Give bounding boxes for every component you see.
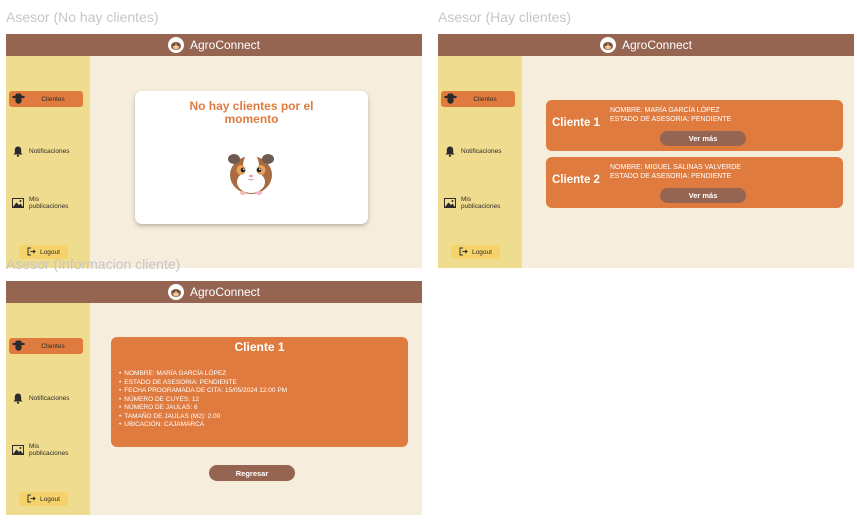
bell-icon (9, 393, 27, 404)
sidebar-item-publications[interactable]: Mis publicaciones (441, 195, 515, 211)
client-status: ESTADO DE ASESORIA: PENDIENTE (610, 116, 732, 123)
logout-label: Logout (472, 248, 492, 256)
bell-icon (441, 146, 459, 157)
farmer-icon (9, 340, 27, 352)
app-title: AgroConnect (189, 38, 261, 52)
client-detail-item: UBICACIÓN: CAJAMARCA (119, 421, 287, 430)
client-card: Cliente 1 NOMBRE: MARÍA GARCÍA LÓPEZ EST… (546, 100, 843, 151)
sidebar-item-label: Clientes (41, 95, 65, 103)
app-header: AgroConnect (438, 34, 854, 56)
sidebar: Clientes Notificaciones Mis publicacione… (6, 56, 90, 268)
client-card-title: Cliente 2 (552, 174, 600, 186)
client-detail-item: TAMAÑO DE JAULAS (M2): 2.00 (119, 413, 287, 422)
sidebar-item-notifications[interactable]: Notificaciones (9, 143, 83, 159)
app-title: AgroConnect (621, 38, 693, 52)
logout-icon (459, 247, 468, 258)
client-detail-card: Cliente 1 NOMBRE: MARÍA GARCÍA LÓPEZ EST… (111, 337, 408, 447)
logout-icon (27, 494, 36, 505)
empty-state-message: No hay clientes por el momento (135, 100, 368, 126)
client-detail-item: NÚMERO DE JAULAS: 6 (119, 404, 287, 413)
client-detail-item: NOMBRE: MARÍA GARCÍA LÓPEZ (119, 370, 287, 379)
logout-label: Logout (40, 248, 60, 256)
guinea-pig-logo (167, 284, 184, 300)
app-header: AgroConnect (6, 281, 422, 303)
sidebar: Clientes Notificaciones Mis publicacione… (6, 303, 90, 515)
sidebar-item-label: Clientes (473, 95, 497, 103)
farmer-icon (441, 93, 459, 105)
screen-no-clients: AgroConnect Clientes Notificaciones Mis … (6, 34, 422, 268)
client-card: Cliente 2 NOMBRE: MIGUEL SALINAS VALVERD… (546, 157, 843, 208)
client-detail-title: Cliente 1 (234, 340, 285, 354)
frame-label-client-info: Asesor (Informacion cliente) (6, 256, 181, 272)
client-detail-list: NOMBRE: MARÍA GARCÍA LÓPEZ ESTADO DE ASE… (119, 370, 287, 430)
client-detail-item: ESTADO DE ASESORIA: PENDIENTE (119, 379, 287, 388)
ver-mas-button[interactable]: Ver más (660, 131, 746, 146)
image-icon (9, 445, 27, 455)
sidebar-item-label: Mis publicaciones (29, 443, 69, 457)
frame-label-has-clients: Asesor (Hay clientes) (438, 9, 572, 25)
screen-client-info: AgroConnect Clientes Notificaciones Mis … (6, 281, 422, 515)
sidebar-item-clients[interactable]: Clientes (441, 91, 515, 107)
sidebar-item-publications[interactable]: Mis publicaciones (9, 442, 83, 458)
image-icon (9, 198, 27, 208)
sidebar-item-notifications[interactable]: Notificaciones (441, 143, 515, 159)
app-header: AgroConnect (6, 34, 422, 56)
screen-has-clients: AgroConnect Clientes Notificaciones Mis … (438, 34, 854, 268)
empty-state-card: No hay clientes por el momento (135, 91, 368, 224)
client-status: ESTADO DE ASESORIA: PENDIENTE (610, 173, 732, 180)
ver-mas-button[interactable]: Ver más (660, 188, 746, 203)
client-name: NOMBRE: MIGUEL SALINAS VALVERDE (610, 164, 741, 171)
sidebar-item-label: Clientes (41, 342, 65, 350)
regresar-button[interactable]: Regresar (209, 465, 295, 481)
sidebar-item-label: Notificaciones (29, 147, 70, 155)
sidebar-item-notifications[interactable]: Notificaciones (9, 390, 83, 406)
guinea-pig-illustration (228, 153, 274, 195)
sidebar-item-clients[interactable]: Clientes (9, 91, 83, 107)
sidebar-item-label: Notificaciones (461, 147, 502, 155)
app-title: AgroConnect (189, 285, 261, 299)
empty-state-line-1: No hay clientes por el (189, 99, 314, 113)
logout-button[interactable]: Logout (19, 492, 68, 506)
sidebar-item-publications[interactable]: Mis publicaciones (9, 195, 83, 211)
client-card-title: Cliente 1 (552, 117, 600, 129)
client-detail-item: FECHA PROGRAMADA DE CITA: 15/05/2024 12:… (119, 387, 287, 396)
guinea-pig-logo (599, 37, 616, 53)
guinea-pig-logo (167, 37, 184, 53)
frame-label-no-clients: Asesor (No hay clientes) (6, 9, 159, 25)
image-icon (441, 198, 459, 208)
sidebar-item-clients[interactable]: Clientes (9, 338, 83, 354)
bell-icon (9, 146, 27, 157)
client-detail-item: NÚMERO DE CUYES: 12 (119, 396, 287, 405)
sidebar: Clientes Notificaciones Mis publicacione… (438, 56, 522, 268)
client-name: NOMBRE: MARÍA GARCÍA LÓPEZ (610, 107, 720, 114)
sidebar-item-label: Mis publicaciones (461, 196, 501, 210)
logout-button[interactable]: Logout (451, 245, 500, 259)
empty-state-line-2: momento (224, 112, 279, 126)
farmer-icon (9, 93, 27, 105)
sidebar-item-label: Notificaciones (29, 394, 70, 402)
logout-label: Logout (40, 495, 60, 503)
sidebar-item-label: Mis publicaciones (29, 196, 69, 210)
